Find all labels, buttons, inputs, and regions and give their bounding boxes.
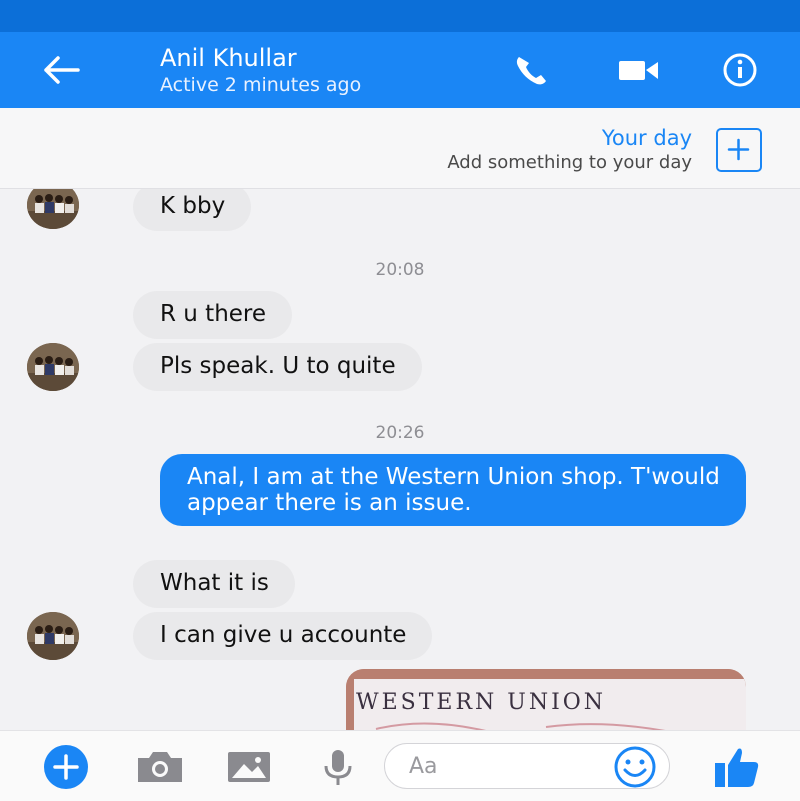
your-day-title[interactable]: Your day bbox=[602, 126, 692, 150]
voice-message-button[interactable] bbox=[316, 745, 360, 793]
incoming-message[interactable]: I can give u accounte bbox=[133, 612, 433, 660]
group-photo-avatar bbox=[27, 343, 79, 391]
back-arrow-icon bbox=[44, 56, 80, 84]
plus-icon bbox=[44, 745, 88, 789]
conversation-info-button[interactable] bbox=[720, 50, 764, 90]
your-day-bar[interactable]: Your day Add something to your day bbox=[0, 108, 800, 189]
more-actions-button[interactable] bbox=[38, 743, 94, 795]
thumbs-up-icon bbox=[715, 748, 759, 787]
incoming-message[interactable]: R u there bbox=[133, 291, 293, 339]
emoji-button[interactable] bbox=[612, 745, 658, 793]
back-button[interactable] bbox=[38, 50, 86, 90]
contact-avatar[interactable] bbox=[27, 189, 79, 229]
like-button[interactable] bbox=[712, 743, 762, 795]
camera-icon bbox=[138, 752, 182, 782]
camera-button[interactable] bbox=[134, 747, 186, 791]
composer-bar: Aa bbox=[0, 730, 800, 801]
message-thread[interactable]: K bby 20:08 R u there Pls speak. U to qu… bbox=[0, 189, 800, 730]
add-to-day-button[interactable] bbox=[716, 128, 762, 172]
image-icon bbox=[228, 752, 270, 782]
gallery-button[interactable] bbox=[224, 747, 274, 791]
info-icon bbox=[723, 53, 757, 87]
outgoing-message[interactable]: Anal, I am at the Western Union shop. T'… bbox=[160, 454, 746, 526]
outgoing-photo-message[interactable]: WESTERN UNION bbox=[346, 669, 746, 730]
microphone-icon bbox=[324, 750, 352, 785]
incoming-message[interactable]: K bby bbox=[133, 189, 252, 231]
video-camera-icon bbox=[619, 61, 658, 80]
your-day-subtitle: Add something to your day bbox=[447, 152, 692, 173]
status-bar bbox=[0, 0, 800, 32]
conversation-header: Anil Khullar Active 2 minutes ago bbox=[0, 32, 800, 108]
group-photo-avatar bbox=[27, 612, 79, 660]
incoming-message[interactable]: Pls speak. U to quite bbox=[133, 343, 422, 391]
video-call-button[interactable] bbox=[617, 50, 661, 90]
plus-icon bbox=[727, 138, 750, 161]
incoming-message[interactable]: What it is bbox=[133, 560, 295, 608]
contact-avatar[interactable] bbox=[27, 343, 79, 391]
group-photo-avatar bbox=[27, 189, 79, 229]
contact-active-status: Active 2 minutes ago bbox=[160, 74, 362, 96]
voice-call-button[interactable] bbox=[510, 50, 554, 90]
contact-name[interactable]: Anil Khullar bbox=[160, 44, 297, 72]
photo-handwritten-text: WESTERN UNION bbox=[356, 690, 606, 715]
phone-icon bbox=[516, 57, 546, 85]
message-input-placeholder: Aa bbox=[409, 754, 438, 779]
contact-avatar[interactable] bbox=[27, 612, 79, 660]
emoji-icon bbox=[614, 746, 656, 788]
timestamp: 20:08 bbox=[375, 260, 425, 280]
western-union-photo: WESTERN UNION bbox=[346, 669, 746, 730]
timestamp: 20:26 bbox=[375, 423, 425, 443]
